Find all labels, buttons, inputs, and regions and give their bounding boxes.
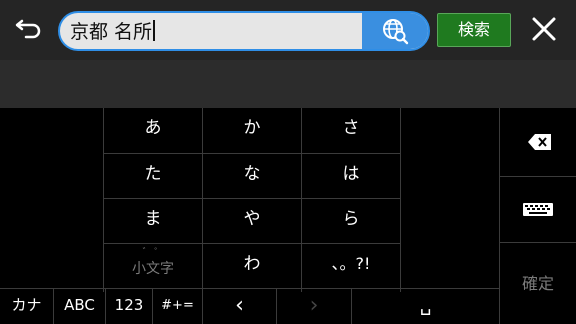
globe-search-icon (383, 19, 409, 45)
key-a[interactable]: あ (104, 108, 202, 153)
key-ka[interactable]: か (203, 108, 301, 153)
cursor-left-button[interactable]: ‹ (203, 289, 276, 324)
search-input-text: 京都 名所 (70, 20, 155, 44)
key-abc-mode[interactable]: ABC (54, 289, 105, 324)
cursor-right-button[interactable]: › (277, 289, 351, 324)
kakutei-button[interactable]: 確定 (500, 243, 576, 324)
keyboard-switch-button[interactable] (500, 177, 576, 242)
key-symbol-mode[interactable]: #+= (153, 289, 202, 324)
search-input[interactable]: 京都 名所 (58, 11, 430, 51)
text-caret (153, 20, 155, 41)
key-ta[interactable]: た (104, 154, 202, 198)
key-na[interactable]: な (203, 154, 301, 198)
close-icon[interactable] (530, 15, 558, 43)
small-char-dots: ゛ ゜ (142, 248, 164, 258)
candidate-bar (0, 60, 576, 108)
keyboard-icon (523, 203, 553, 216)
small-char-label: 小文字 (132, 261, 174, 277)
key-sa[interactable]: さ (302, 108, 400, 153)
key-number-mode[interactable]: 123 (106, 289, 152, 324)
key-kana-mode[interactable]: カナ (0, 289, 53, 324)
backspace-icon (528, 134, 551, 150)
web-search-button[interactable] (362, 13, 428, 49)
space-key[interactable]: ␣ (352, 289, 499, 324)
key-ya[interactable]: や (203, 199, 301, 243)
backspace-button[interactable] (500, 108, 576, 176)
key-wa[interactable]: わ (203, 244, 301, 288)
search-button[interactable]: 検索 (437, 13, 511, 47)
key-punctuation[interactable]: 、。?! (302, 244, 400, 288)
key-ma[interactable]: ま (104, 199, 202, 243)
key-ha[interactable]: は (302, 154, 400, 198)
keyboard: あ か さ た な は ま や ら ゛ ゜ 小文字 わ 、。?! 確定 カナ A… (0, 108, 576, 324)
key-small-char[interactable]: ゛ ゜ 小文字 (104, 244, 202, 288)
key-ra[interactable]: ら (302, 199, 400, 243)
back-icon[interactable] (14, 13, 46, 45)
